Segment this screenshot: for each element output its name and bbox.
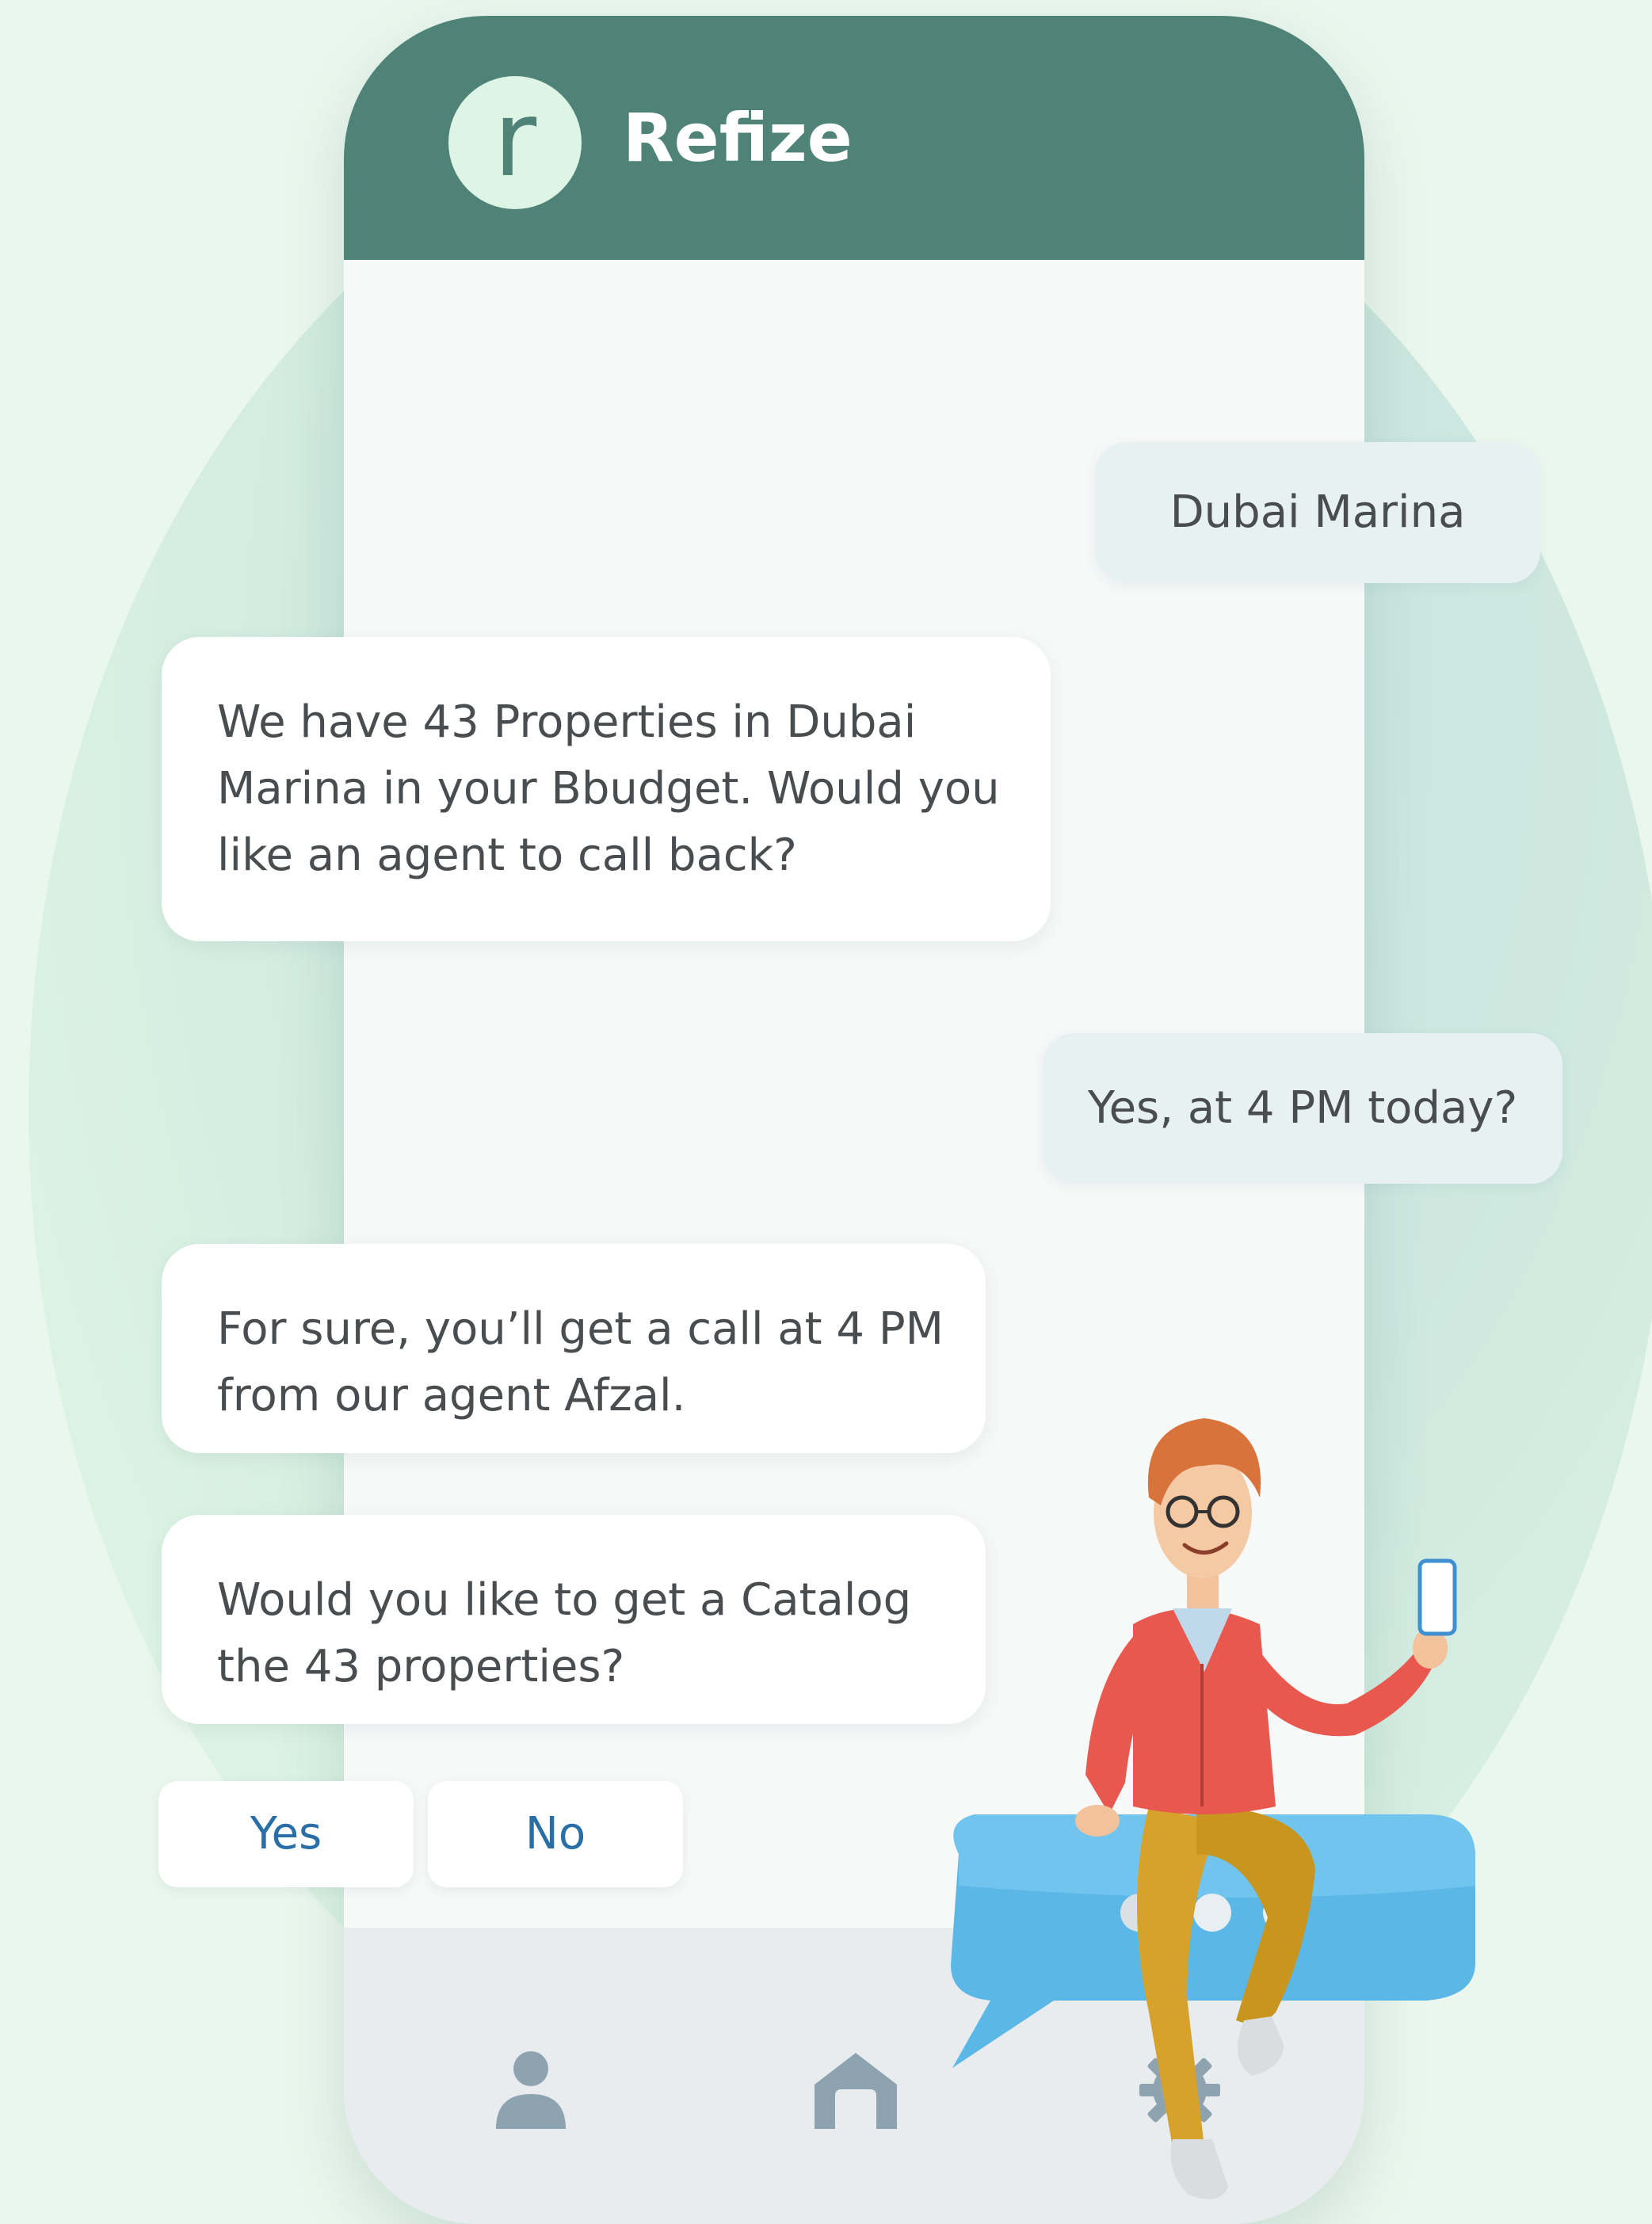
character-on-speech-bubble-illustration xyxy=(951,1418,1475,2199)
person-icon[interactable] xyxy=(493,2050,569,2132)
chat-bubble-bot: Would you like to get a Catalog the 43 p… xyxy=(162,1515,986,1724)
quick-reply-yes-button[interactable]: Yes xyxy=(158,1781,414,1887)
brand-name: Refize xyxy=(623,99,853,177)
chat-bubble-user: Dubai Marina xyxy=(1095,442,1540,583)
chat-bubble-user: Yes, at 4 PM today? xyxy=(1043,1033,1562,1184)
chat-header: r Refize xyxy=(344,16,1364,260)
home-icon[interactable] xyxy=(811,2050,900,2132)
chat-bubble-bot: For sure, you’ll get a call at 4 PM from… xyxy=(162,1244,986,1453)
brand-avatar: r xyxy=(448,76,582,209)
quick-reply-no-button[interactable]: No xyxy=(428,1781,683,1887)
brand-avatar-letter: r xyxy=(493,78,537,200)
chat-bubble-bot: We have 43 Properties in Dubai Marina in… xyxy=(162,637,1051,941)
